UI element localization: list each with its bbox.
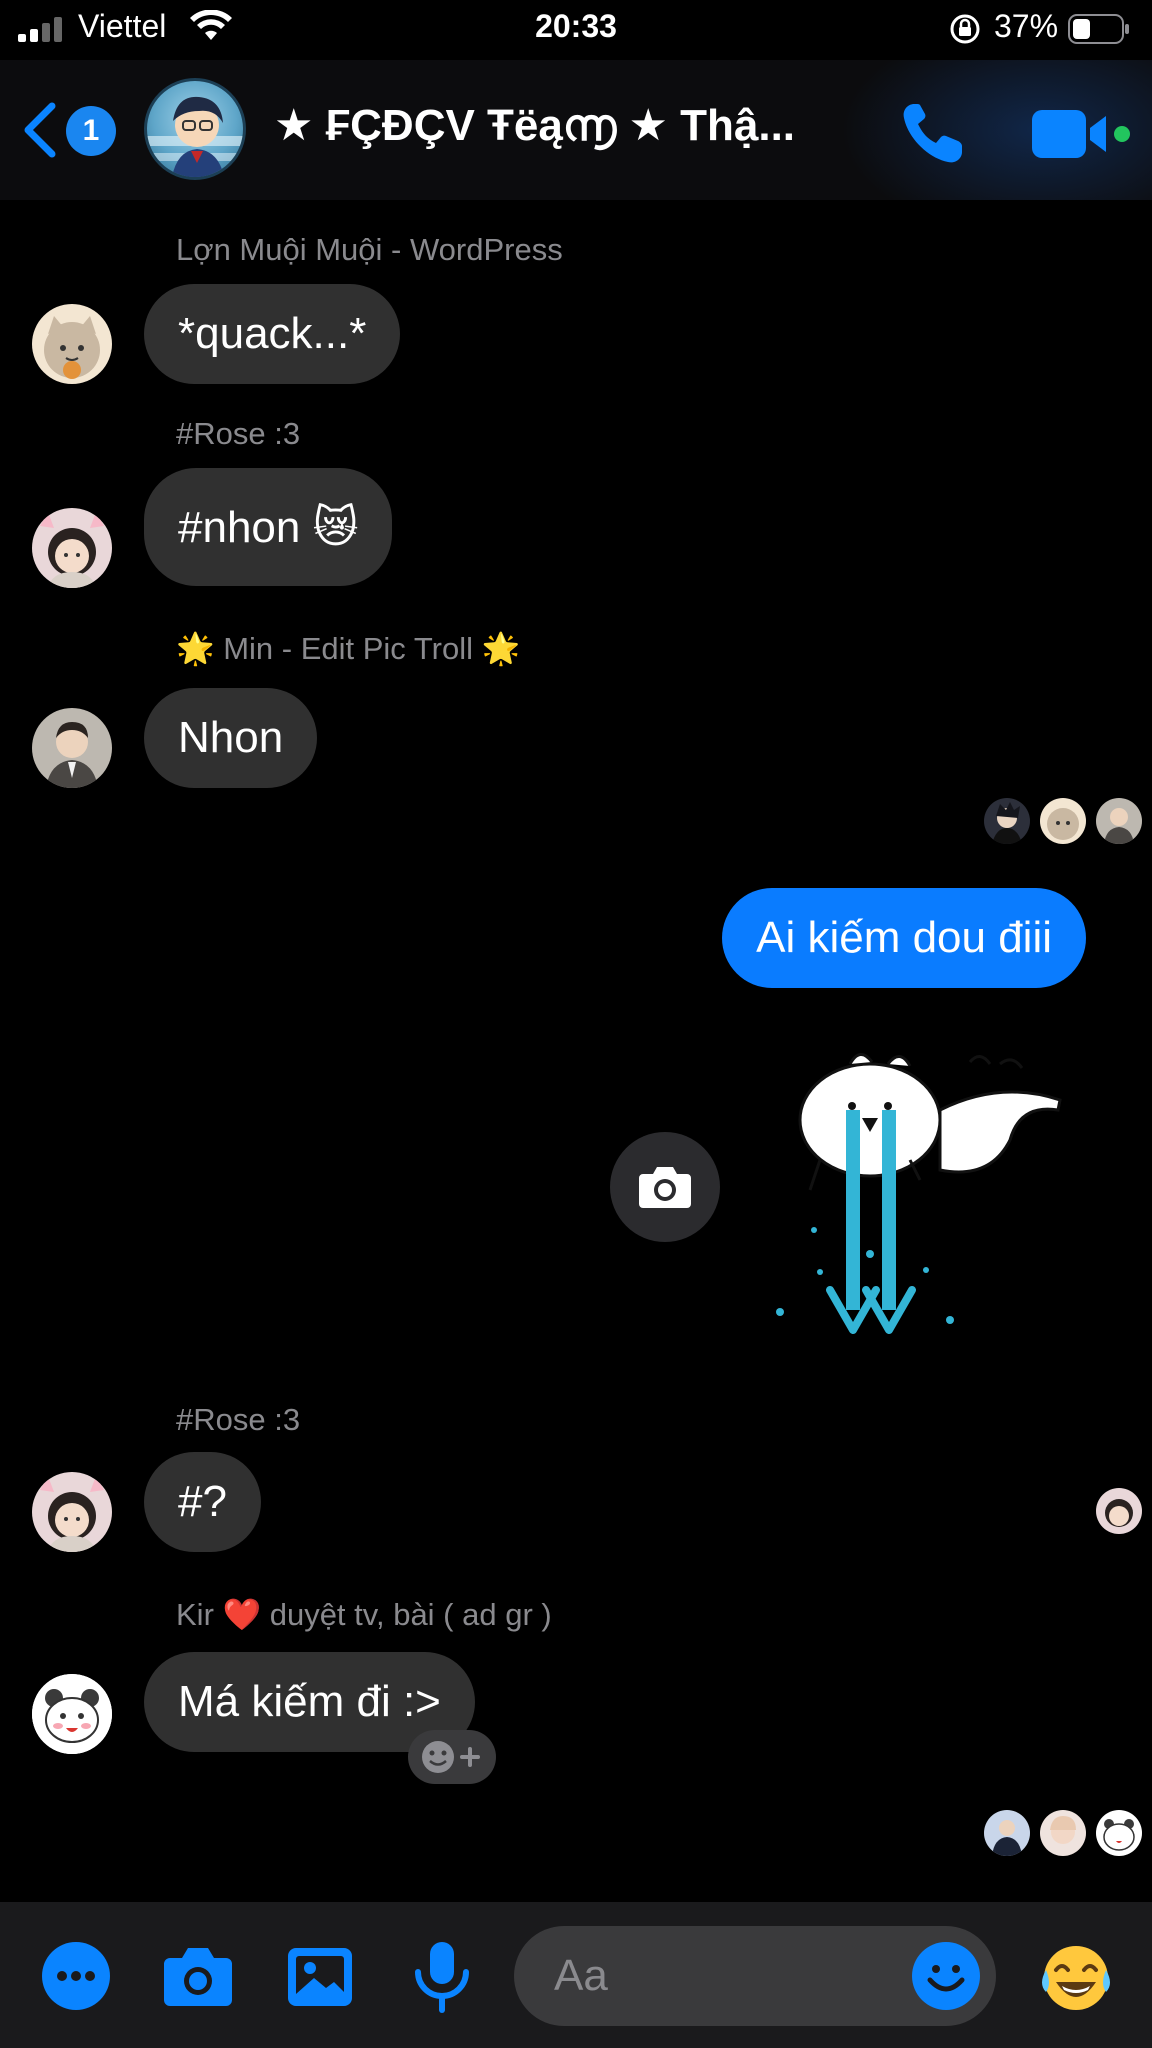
outgoing-message-bubble[interactable]: Ai kiếm dou điii xyxy=(722,888,1086,988)
seen-avatar xyxy=(1096,1488,1142,1534)
avatar[interactable] xyxy=(32,1674,112,1754)
smile-icon xyxy=(927,1965,965,1992)
seen-avatar xyxy=(1096,798,1142,844)
avatar[interactable] xyxy=(32,508,112,588)
group-title[interactable]: ★ ₣ÇĐÇV Ŧëą൬ ★ Thậ... xyxy=(274,100,834,151)
unread-badge: 1 xyxy=(66,106,116,156)
more-icon[interactable] xyxy=(38,1938,114,2014)
message-composer xyxy=(0,1902,1152,2048)
seen-indicators xyxy=(984,1810,1142,1856)
group-avatar-image xyxy=(147,96,243,177)
cat-avatar-image xyxy=(32,304,112,384)
message-sender: 🌟 Min - Edit Pic Troll 🌟 xyxy=(176,631,521,666)
back-button[interactable]: 1 xyxy=(20,100,130,160)
avatar[interactable] xyxy=(32,708,112,788)
message-sender: #Rose :3 xyxy=(176,1402,301,1437)
message-input-container xyxy=(514,1926,996,2026)
message-bubble[interactable]: Nhon xyxy=(144,688,318,788)
crying-sticker[interactable] xyxy=(760,1040,1080,1360)
rotation-lock-icon xyxy=(950,14,980,44)
message-bubble[interactable]: #nhon 😿 xyxy=(144,468,393,586)
camera-share-button[interactable] xyxy=(610,1132,720,1242)
laughing-emoji-button[interactable] xyxy=(1038,1940,1114,2016)
girl-avatar-image xyxy=(32,508,112,588)
message-input[interactable] xyxy=(554,1948,894,2004)
seen-indicators xyxy=(984,798,1142,844)
man-avatar-image xyxy=(32,708,112,788)
message-sender: Lợn Muội Muội - WordPress xyxy=(176,232,563,267)
girl-avatar-image xyxy=(32,1472,112,1552)
phone-icon[interactable] xyxy=(896,98,968,170)
seen-indicators xyxy=(1096,1488,1142,1534)
battery-icon xyxy=(1068,14,1129,44)
video-camera-icon[interactable] xyxy=(1030,104,1130,164)
battery-percent: 37% xyxy=(994,8,1059,44)
camera-icon xyxy=(639,1167,691,1208)
microphone-icon[interactable] xyxy=(404,1938,480,2014)
add-reaction-icon xyxy=(422,1741,480,1773)
camera-icon[interactable] xyxy=(160,1938,236,2014)
add-reaction-button[interactable] xyxy=(408,1730,496,1784)
group-avatar[interactable] xyxy=(144,78,246,180)
seen-avatar xyxy=(1040,798,1086,844)
chevron-left-icon xyxy=(24,102,56,158)
message-sender: #Rose :3 xyxy=(176,416,301,451)
seen-avatar xyxy=(984,798,1030,844)
seen-avatar xyxy=(984,1810,1030,1856)
seen-avatar xyxy=(1040,1810,1086,1856)
bear-avatar-image xyxy=(32,1674,112,1754)
message-sender: Kir ❤️ duyệt tv, bài ( ad gr ) xyxy=(176,1597,552,1632)
avatar[interactable] xyxy=(32,304,112,384)
emoji-button[interactable] xyxy=(912,1942,980,2010)
message-bubble[interactable]: *quack...* xyxy=(144,284,401,384)
image-icon[interactable] xyxy=(282,1938,358,2014)
message-bubble[interactable]: #? xyxy=(144,1452,261,1552)
seen-avatar xyxy=(1096,1810,1142,1856)
avatar[interactable] xyxy=(32,1472,112,1552)
status-bar: Viettel 20:33 37% xyxy=(0,0,1152,60)
chat-header: 1 ★ ₣ÇĐÇV Ŧëą൬ ★ Thậ... xyxy=(0,60,1152,200)
